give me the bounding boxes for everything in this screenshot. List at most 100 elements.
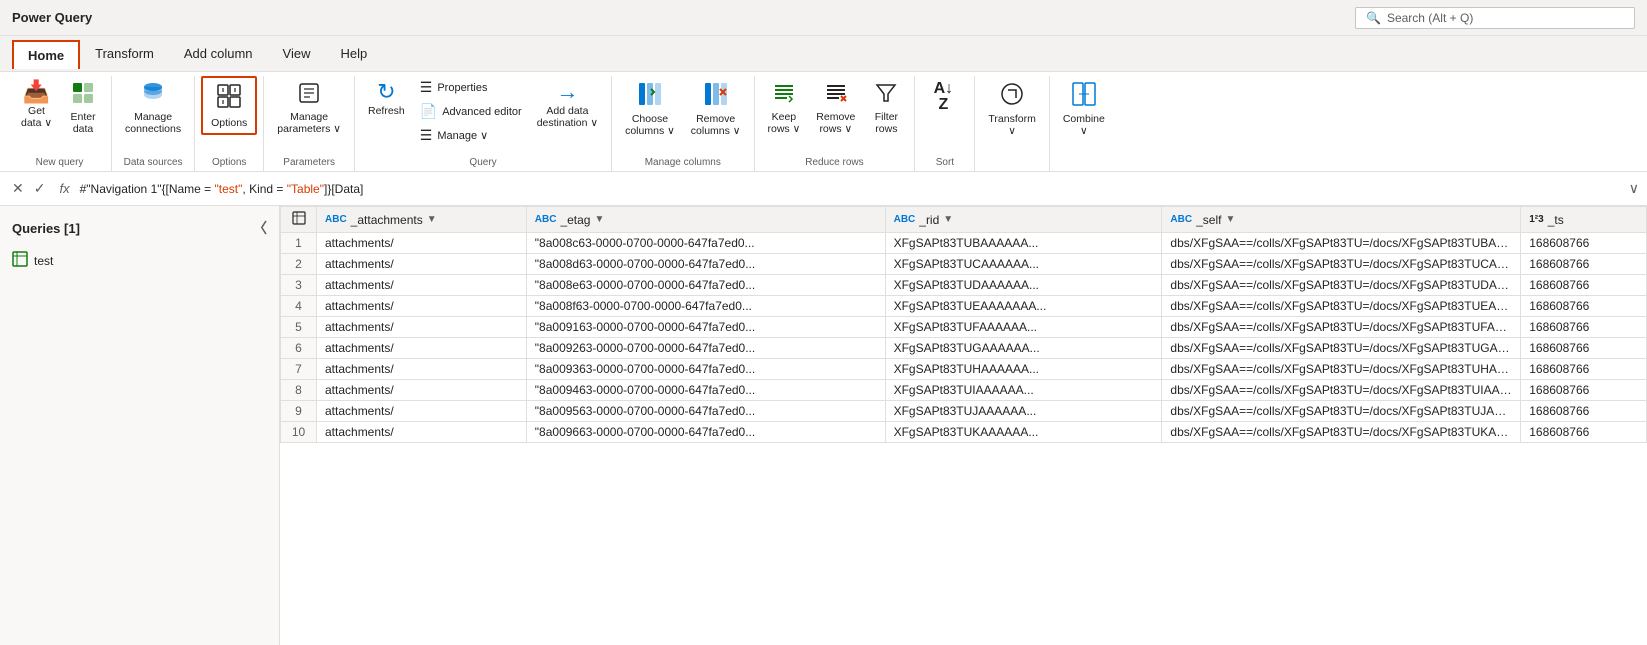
cell-etag: "8a009563-0000-0700-0000-647fa7ed0... — [526, 401, 885, 422]
manage-label: Manage ∨ — [437, 129, 488, 142]
cell-self: dbs/XFgSAA==/colls/XFgSAPt83TU=/docs/XFg… — [1162, 338, 1521, 359]
enter-data-label: Enterdata — [70, 111, 95, 135]
cell-rid: XFgSAPt83TUJAAAAAA... — [885, 401, 1162, 422]
table-row: 6 attachments/ "8a009263-0000-0700-0000-… — [281, 338, 1647, 359]
properties-button[interactable]: ☰ Properties — [414, 76, 528, 99]
sort-az-button[interactable]: A↓Z — [921, 76, 965, 120]
remove-columns-icon — [703, 81, 729, 111]
cell-attachments: attachments/ — [317, 317, 527, 338]
formula-chevron-icon[interactable]: ∨ — [1629, 180, 1639, 197]
query-item-label: test — [34, 254, 53, 268]
cell-attachments: attachments/ — [317, 380, 527, 401]
query-item-test[interactable]: test — [4, 246, 275, 275]
cell-etag: "8a009363-0000-0700-0000-647fa7ed0... — [526, 359, 885, 380]
cell-rid: XFgSAPt83TUCAAAAAA... — [885, 254, 1162, 275]
ribbon-group-sort: A↓Z Sort — [915, 76, 975, 171]
manage-parameters-button[interactable]: Manageparameters ∨ — [270, 76, 348, 140]
advanced-editor-button[interactable]: 📄 Advanced editor — [414, 100, 528, 123]
ribbon-group-new-query: 📥 Getdata ∨ Enterdata New query — [8, 76, 112, 171]
queries-collapse-button[interactable]: 〈 — [253, 218, 267, 238]
col-name-ts: _ts — [1548, 213, 1564, 227]
cell-self: dbs/XFgSAA==/colls/XFgSAPt83TU=/docs/XFg… — [1162, 401, 1521, 422]
tab-add-column[interactable]: Add column — [169, 39, 268, 68]
combine-button[interactable]: Combine∨ — [1056, 76, 1112, 142]
col-filter-rid-icon[interactable]: ▼ — [943, 214, 953, 225]
row-num-cell: 7 — [281, 359, 317, 380]
cell-self: dbs/XFgSAA==/colls/XFgSAPt83TU=/docs/XFg… — [1162, 380, 1521, 401]
col-filter-self-icon[interactable]: ▼ — [1225, 214, 1235, 225]
row-num-cell: 5 — [281, 317, 317, 338]
cell-attachments: attachments/ — [317, 401, 527, 422]
filter-rows-button[interactable]: Filterrows — [864, 76, 908, 140]
cell-etag: "8a009663-0000-0700-0000-647fa7ed0... — [526, 422, 885, 443]
cell-attachments: attachments/ — [317, 422, 527, 443]
options-label: Options — [211, 117, 247, 129]
ribbon-group-combine: Combine∨ — [1050, 76, 1118, 171]
col-filter-etag-icon[interactable]: ▼ — [594, 214, 604, 225]
main-area: Queries [1] 〈 test — [0, 206, 1647, 645]
col-header-self[interactable]: ABC _self ▼ — [1162, 207, 1521, 233]
table-row: 2 attachments/ "8a008d63-0000-0700-0000-… — [281, 254, 1647, 275]
cell-self: dbs/XFgSAA==/colls/XFgSAPt83TU=/docs/XFg… — [1162, 275, 1521, 296]
data-grid[interactable]: ABC _attachments ▼ ABC _etag ▼ — [280, 206, 1647, 645]
table-row: 5 attachments/ "8a009163-0000-0700-0000-… — [281, 317, 1647, 338]
remove-rows-label: Removerows ∨ — [816, 111, 855, 135]
advanced-editor-label: Advanced editor — [442, 106, 522, 118]
col-type-etag: ABC — [535, 214, 557, 225]
data-table: ABC _attachments ▼ ABC _etag ▼ — [280, 206, 1647, 443]
choose-columns-label: Choosecolumns ∨ — [625, 113, 675, 137]
remove-columns-button[interactable]: Removecolumns ∨ — [684, 76, 748, 142]
ribbon-group-data-sources: Manageconnections Data sources — [112, 76, 195, 171]
col-type-rid: ABC — [894, 214, 916, 225]
query-table-icon — [12, 251, 28, 270]
cell-ts: 168608766 — [1521, 338, 1647, 359]
formula-cancel-button[interactable]: ✕ — [8, 178, 28, 199]
col-name-etag: _etag — [560, 213, 590, 227]
choose-columns-button[interactable]: Choosecolumns ∨ — [618, 76, 682, 142]
cell-attachments: attachments/ — [317, 296, 527, 317]
transform-button[interactable]: Transform∨ — [981, 76, 1042, 142]
refresh-label: Refresh — [368, 105, 405, 117]
manage-parameters-label: Manageparameters ∨ — [277, 111, 341, 135]
formula-bar: ✕ ✓ fx #"Navigation 1"{[Name = "test", K… — [0, 172, 1647, 206]
table-row: 3 attachments/ "8a008e63-0000-0700-0000-… — [281, 275, 1647, 296]
cell-attachments: attachments/ — [317, 233, 527, 254]
formula-confirm-button[interactable]: ✓ — [30, 178, 50, 199]
table-row: 4 attachments/ "8a008f63-0000-0700-0000-… — [281, 296, 1647, 317]
refresh-button[interactable]: ↻ Refresh — [361, 76, 412, 122]
transform-group-label — [981, 166, 1042, 171]
col-header-ts[interactable]: 1²3 _ts — [1521, 207, 1647, 233]
col-header-attachments[interactable]: ABC _attachments ▼ — [317, 207, 527, 233]
cell-etag: "8a008e63-0000-0700-0000-647fa7ed0... — [526, 275, 885, 296]
query-group-label: Query — [361, 155, 605, 171]
properties-label: Properties — [437, 82, 487, 94]
search-box[interactable]: 🔍 Search (Alt + Q) — [1355, 7, 1635, 29]
tab-home[interactable]: Home — [12, 40, 80, 69]
cell-ts: 168608766 — [1521, 275, 1647, 296]
tab-view[interactable]: View — [268, 39, 326, 68]
keep-rows-button[interactable]: Keeprows ∨ — [761, 76, 808, 140]
cell-rid: XFgSAPt83TUIAAAAAA... — [885, 380, 1162, 401]
options-button[interactable]: Options — [201, 76, 257, 135]
tab-transform[interactable]: Transform — [80, 39, 169, 68]
new-query-label: New query — [14, 155, 105, 171]
ribbon-group-reduce-rows: Keeprows ∨ Removerows ∨ — [755, 76, 916, 171]
row-num-cell: 2 — [281, 254, 317, 275]
manage-parameters-icon — [297, 81, 321, 109]
col-header-etag[interactable]: ABC _etag ▼ — [526, 207, 885, 233]
cell-self: dbs/XFgSAA==/colls/XFgSAPt83TU=/docs/XFg… — [1162, 317, 1521, 338]
row-num-cell: 4 — [281, 296, 317, 317]
enter-data-button[interactable]: Enterdata — [61, 76, 105, 140]
col-header-rid[interactable]: ABC _rid ▼ — [885, 207, 1162, 233]
remove-rows-button[interactable]: Removerows ∨ — [809, 76, 862, 140]
add-data-destination-button[interactable]: → Add datadestination ∨ — [530, 76, 605, 134]
manage-button[interactable]: ☰ Manage ∨ — [414, 124, 528, 147]
reduce-rows-label: Reduce rows — [761, 155, 909, 171]
add-data-destination-label: Add datadestination ∨ — [537, 105, 598, 129]
col-filter-attachments-icon[interactable]: ▼ — [427, 214, 437, 225]
col-name-rid: _rid — [919, 213, 939, 227]
cell-rid: XFgSAPt83TUEAAAAAAA... — [885, 296, 1162, 317]
get-data-button[interactable]: 📥 Getdata ∨ — [14, 76, 59, 134]
manage-connections-button[interactable]: Manageconnections — [118, 76, 188, 140]
tab-help[interactable]: Help — [325, 39, 382, 68]
